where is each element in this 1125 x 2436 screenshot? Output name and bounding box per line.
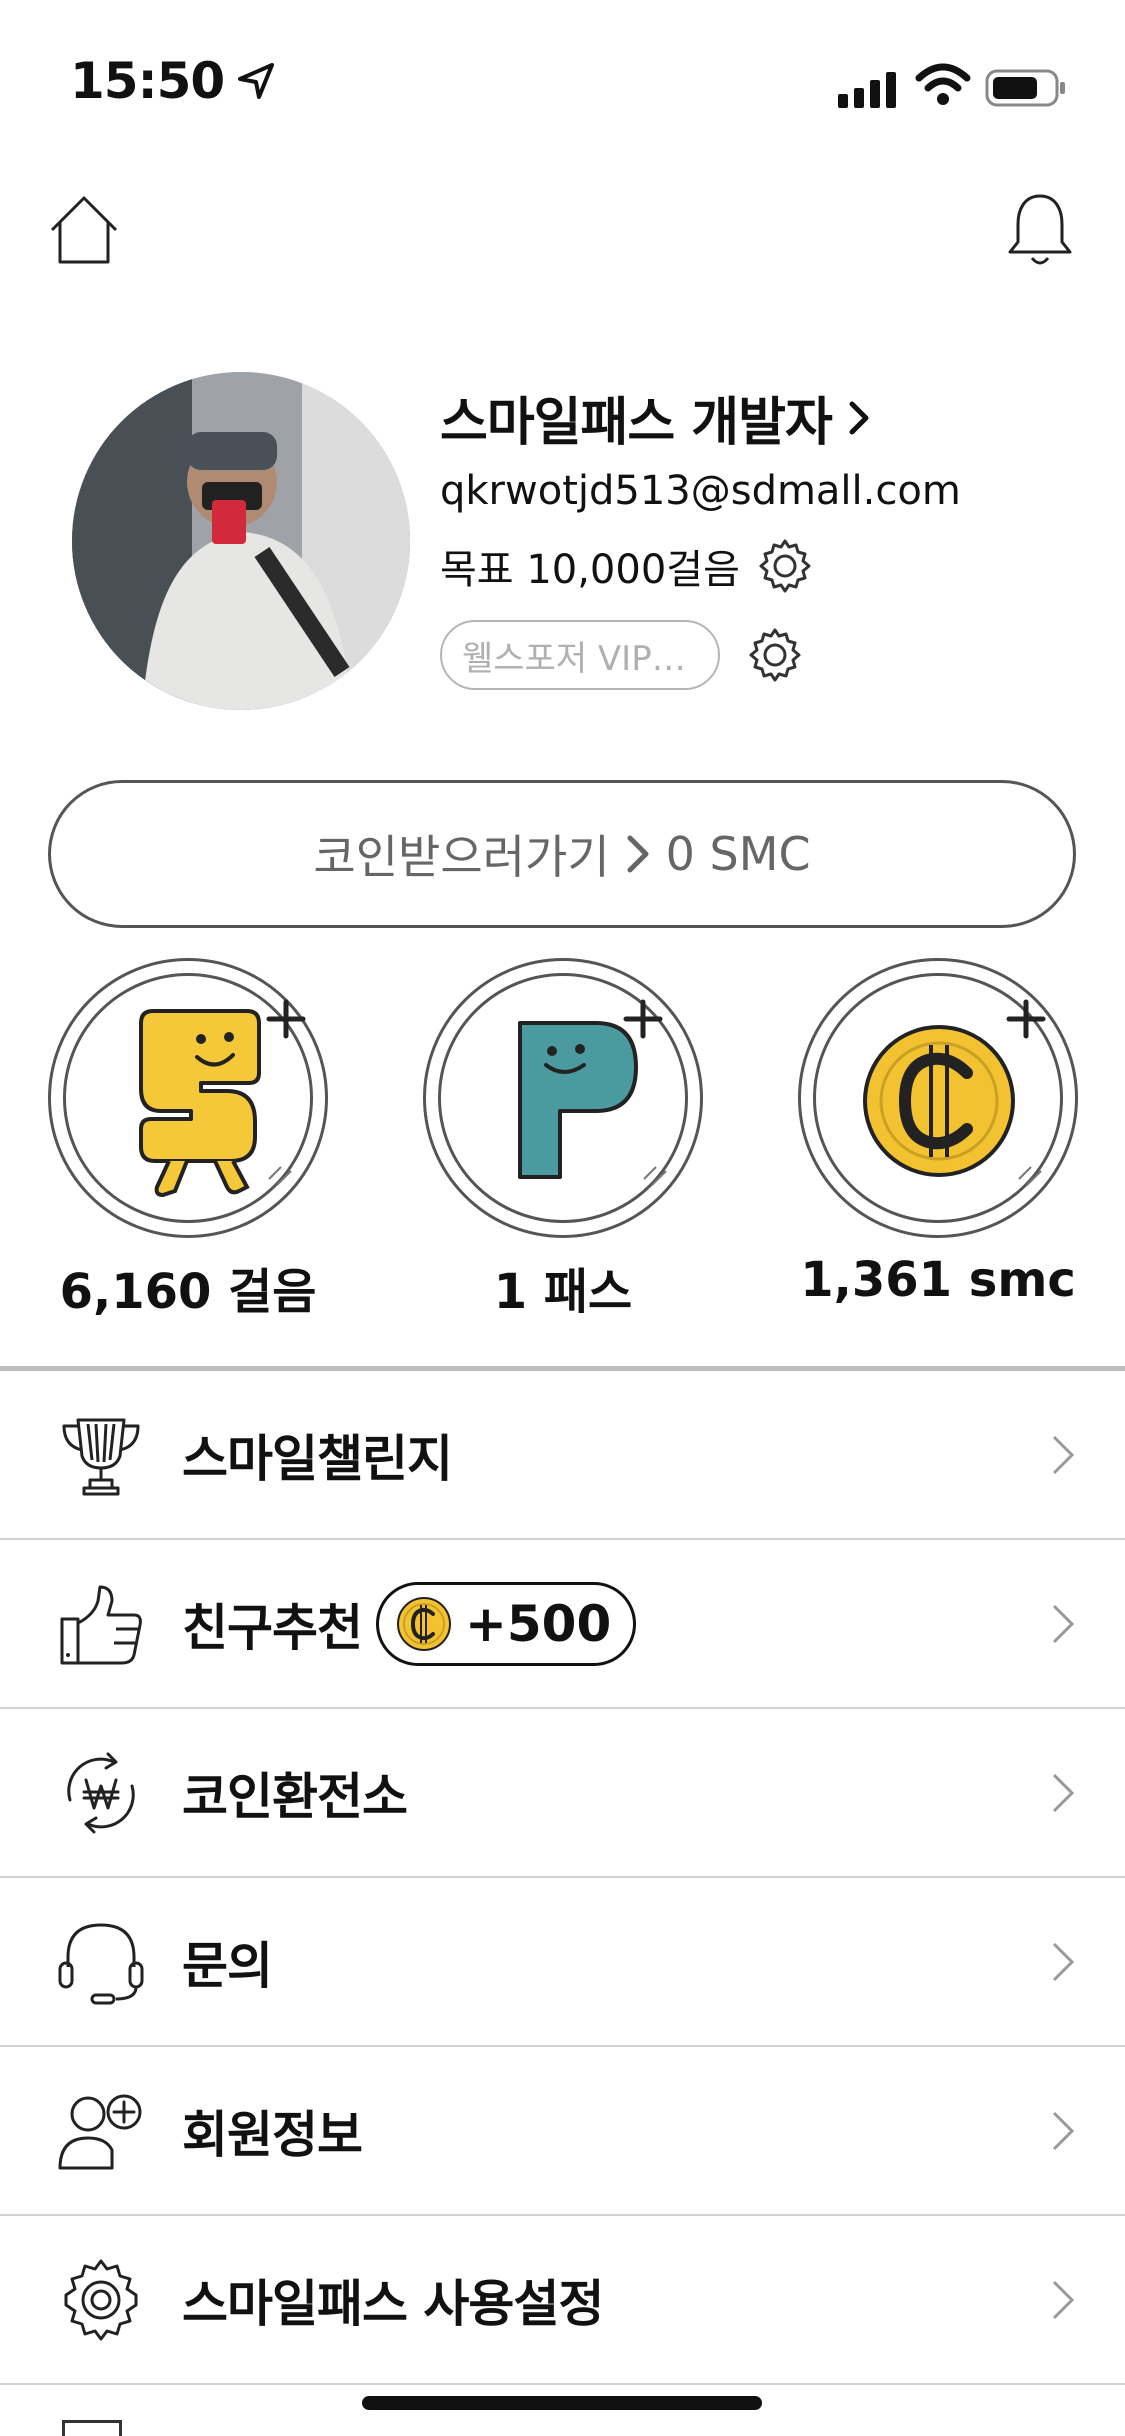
- smile-s-character-icon: [139, 999, 306, 1198]
- get-coins-amount: 0 SMC: [665, 827, 811, 881]
- menu-item-referral[interactable]: 친구추천 +500: [0, 1540, 1125, 1709]
- referral-bonus-amount: +500: [465, 1594, 612, 1653]
- menu-item-inquiry[interactable]: 문의: [0, 1878, 1125, 2047]
- partial-menu-icon: [62, 2420, 122, 2436]
- profile-name-link[interactable]: 스마일패스 개발자: [440, 380, 874, 455]
- membership-settings-gear-icon[interactable]: [744, 624, 806, 686]
- steps-stat[interactable]: 6,160 걸음: [48, 958, 328, 1322]
- menu-item-smile-challenge[interactable]: 스마일챌린지: [0, 1371, 1125, 1540]
- coin-icon: [397, 1596, 451, 1651]
- gear-icon: [64, 2259, 138, 2340]
- thumbs-up-icon: [60, 1585, 142, 1664]
- goal-row: 목표 10,000걸음: [440, 535, 816, 597]
- menu-item-coin-exchange[interactable]: 코인환전소: [0, 1709, 1125, 1878]
- headset-icon: [58, 1923, 144, 2004]
- avatar[interactable]: [72, 372, 410, 710]
- home-icon[interactable]: [48, 194, 120, 266]
- battery-icon: [985, 69, 1065, 107]
- menu-label: 친구추천: [182, 1598, 363, 1657]
- bell-icon[interactable]: [1004, 190, 1076, 270]
- membership-row: 웰스포저 VIP…: [440, 620, 806, 690]
- home-indicator[interactable]: [362, 2396, 762, 2410]
- menu-label: 회원정보: [182, 2105, 363, 2164]
- pass-stat-label: 1 패스: [493, 1264, 633, 1320]
- chevron-right-icon: [1052, 1942, 1075, 1981]
- chevron-right-icon: [1052, 1773, 1075, 1812]
- pass-stat[interactable]: 1 패스: [423, 958, 703, 1322]
- membership-badge[interactable]: 웰스포저 VIP…: [440, 620, 720, 690]
- status-bar: 15:50: [0, 0, 1125, 150]
- coin-icon: [863, 999, 1046, 1186]
- chevron-right-icon: [849, 401, 869, 434]
- coin-stat-ring: [798, 958, 1078, 1238]
- profile-email: qkrwotjd513@sdmall.com: [440, 468, 961, 514]
- status-time: 15:50: [70, 52, 225, 110]
- menu-label: 문의: [182, 1936, 273, 1995]
- avatar-photo: [72, 372, 410, 710]
- get-coins-button[interactable]: 코인받으러가기 0 SMC: [48, 780, 1076, 928]
- coin-stat-label: 1,361 smc: [800, 1252, 1076, 1308]
- won-exchange-icon: [67, 1752, 135, 1833]
- location-arrow-icon: [238, 63, 275, 99]
- pass-stat-ring: [423, 958, 703, 1238]
- chevron-right-icon: [1052, 2111, 1075, 2150]
- wifi-icon: [915, 63, 971, 105]
- chevron-right-icon: [627, 835, 649, 873]
- steps-stat-label: 6,160 걸음: [59, 1264, 317, 1320]
- menu-list: 스마일챌린지 친구추천 +500 코인환전소 문의 회원정보 스마일패스 사용설…: [0, 1371, 1125, 2385]
- profile-name: 스마일패스 개발자: [440, 393, 833, 453]
- cellular-signal-icon: [838, 68, 896, 108]
- goal-settings-gear-icon[interactable]: [754, 535, 816, 597]
- chevron-right-icon: [1052, 1435, 1075, 1474]
- smile-p-character-icon: [518, 999, 667, 1186]
- coin-stat[interactable]: 1,361 smc: [798, 958, 1078, 1308]
- steps-stat-ring: [48, 958, 328, 1238]
- referral-bonus-badge: +500: [376, 1581, 637, 1666]
- menu-label: 스마일챌린지: [182, 1429, 453, 1488]
- chevron-right-icon: [1052, 1604, 1075, 1643]
- trophy-icon: [62, 1418, 140, 1495]
- chevron-right-icon: [1052, 2280, 1075, 2319]
- status-time-group: 15:50: [70, 52, 276, 110]
- get-coins-label: 코인받으러가기: [313, 830, 610, 884]
- add-user-icon: [58, 2094, 142, 2169]
- menu-label: 스마일패스 사용설정: [182, 2274, 604, 2333]
- menu-item-member-info[interactable]: 회원정보: [0, 2047, 1125, 2216]
- goal-text: 목표 10,000걸음: [440, 547, 740, 593]
- menu-label: 코인환전소: [182, 1767, 408, 1826]
- menu-item-app-settings[interactable]: 스마일패스 사용설정: [0, 2216, 1125, 2385]
